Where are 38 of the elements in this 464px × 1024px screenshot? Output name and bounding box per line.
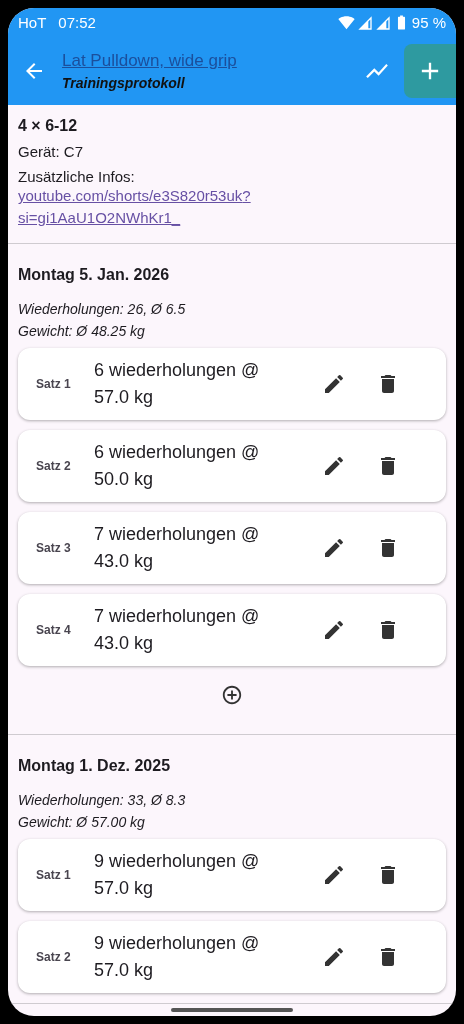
set-scheme: 4 × 6-12 [18,117,79,135]
weight-summary: Gewicht: Ø 48.25 kg [18,322,146,341]
set-details: 9 wiederholungen @ 57.0 kg [94,932,261,982]
pencil-icon [322,618,346,642]
pencil-icon [322,945,346,969]
set-label: Satz 1 [36,868,72,882]
add-button[interactable] [404,44,456,98]
set-details: 7 wiederholungen @ 43.0 kg [94,523,261,573]
set-details: 9 wiederholungen @ 57.0 kg [94,850,261,900]
reps-summary: Wiederholungen: 26, Ø 6.5 [18,300,187,319]
signal-icon [374,14,391,31]
carrier-name: HoT [18,14,47,31]
set-details: 7 wiederholungen @ 43.0 kg [94,605,261,655]
set-label: Satz 2 [36,459,72,473]
session-date: Montag 1. Dez. 2025 [18,757,172,775]
pencil-icon [322,863,346,887]
set-label: Satz 3 [36,541,72,555]
set-details: 6 wiederholungen @ 57.0 kg [94,359,261,409]
pencil-icon [322,536,346,560]
clock-time: 07:52 [58,14,96,31]
set-label: Satz 4 [36,623,72,637]
weight-summary: Gewicht: Ø 57.00 kg [18,813,146,832]
device-label: Gerät: C7 [18,143,85,160]
info-label: Zusätzliche Infos: [18,168,136,185]
pencil-icon [322,454,346,478]
reps-summary: Wiederholungen: 33, Ø 8.3 [18,791,187,810]
battery-level: 95 % [411,14,446,31]
screen-subtitle: Trainingsprotokoll [62,75,186,91]
set-label: Satz 2 [36,950,72,964]
signal-icon [356,14,373,31]
circle-plus-icon [221,684,243,706]
session-date: Montag 5. Jan. 2026 [18,266,171,284]
pencil-icon [322,372,346,396]
wifi-icon [337,14,355,31]
video-link[interactable]: youtube.com/shorts/e3S820r53uk?si=gi1AaU1O2NWhKr1_ [18,185,288,229]
set-details: 6 wiederholungen @ 50.0 kg [94,441,261,491]
add-set-button[interactable] [221,684,243,706]
set-label: Satz 1 [36,377,72,391]
